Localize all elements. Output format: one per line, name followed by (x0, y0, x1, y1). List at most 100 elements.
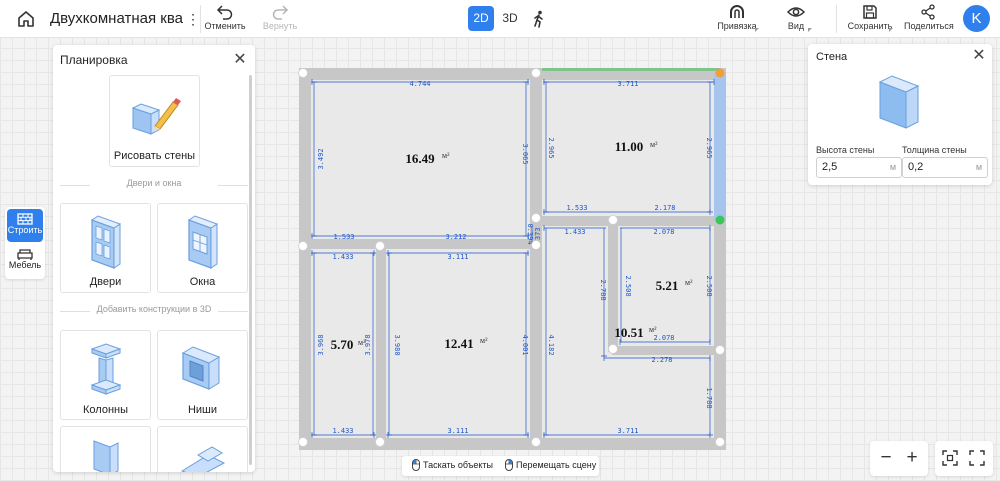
construction-card-3[interactable] (60, 426, 151, 472)
redo-button[interactable]: Вернуть (258, 4, 302, 34)
area-small: 5.70 (331, 337, 354, 352)
brick-wall-icon (17, 213, 33, 225)
floor-plan-canvas[interactable]: 4.744 3.711 3.492 3.065 2.965 2.965 1.53… (290, 62, 730, 454)
dim-hall-bottom: 2.278 (651, 356, 672, 364)
wall-thickness-unit: м (975, 162, 982, 172)
snap-button[interactable]: Привязка (715, 4, 759, 34)
wall-block-icon (93, 440, 118, 472)
wall-right-lower[interactable] (714, 218, 726, 450)
wall-bath-bottom[interactable] (612, 346, 718, 355)
walking-person-icon (534, 10, 543, 28)
niches-card[interactable]: Ниши (157, 330, 248, 420)
fit-to-screen-icon[interactable] (942, 450, 958, 466)
area-bedroom: 11.00 (615, 139, 644, 154)
redo-label: Вернуть (262, 21, 298, 31)
wall-thickness-input[interactable]: 0,2 м (902, 157, 988, 178)
floor-area (302, 74, 720, 446)
wall-selected[interactable] (714, 74, 726, 220)
node[interactable] (375, 241, 385, 251)
close-icon[interactable]: ✕ (972, 48, 986, 64)
dim-bath-top-r: 2.078 (653, 228, 674, 236)
mouse-hints-bar: Таскать объекты Перемещать сцену (402, 456, 599, 476)
wall-thickness-label: Толщина стены (902, 145, 967, 155)
node-selected-start[interactable] (715, 68, 725, 78)
wall-bedroom-bottom[interactable] (536, 216, 720, 226)
wall-height-input[interactable]: 2,5 м (816, 157, 902, 178)
draw-walls-card[interactable]: Рисовать стены (109, 75, 200, 167)
wall-properties-panel: Стена ✕ Высота стены 2,5 м Толщина стены… (808, 44, 992, 185)
project-title[interactable]: Двухкомнатная квар (50, 10, 184, 30)
wall-small-right[interactable] (376, 245, 386, 445)
dim-left-upper: 3.492 (317, 148, 325, 169)
area-unit-bedroom: м² (650, 140, 658, 149)
node[interactable] (375, 437, 385, 447)
avatar[interactable]: K (963, 5, 990, 32)
furniture-tab[interactable]: Мебель (7, 244, 43, 277)
layout-panel: Планировка ✕ Рисовать стены Двери и окна… (53, 45, 255, 472)
share-button[interactable]: Поделиться (904, 4, 954, 34)
window-icon (187, 215, 218, 269)
windows-card[interactable]: Окна (157, 203, 248, 293)
dim-living-bottom-l: 1.533 (333, 233, 354, 241)
fullscreen-icon[interactable] (969, 450, 985, 466)
node[interactable] (715, 437, 725, 447)
doors-card[interactable]: Двери (60, 203, 151, 293)
node-selected-end[interactable] (715, 215, 725, 225)
node[interactable] (298, 68, 308, 78)
magnet-icon (730, 5, 744, 18)
mouse-left-icon (412, 459, 420, 471)
view-button[interactable]: Вид (780, 4, 812, 34)
divider (836, 5, 837, 33)
wall-height-unit: м (889, 162, 896, 172)
wall-3d-icon (878, 75, 920, 129)
area-hall: 10.51 (614, 325, 643, 340)
mode-2d-button[interactable]: 2D (468, 6, 494, 31)
area-unit-bath: м² (685, 278, 693, 287)
undo-button[interactable]: Отменить (203, 4, 247, 34)
zoom-in-button[interactable]: + (901, 447, 923, 469)
wall-left[interactable] (299, 68, 311, 450)
close-icon[interactable]: ✕ (233, 52, 247, 68)
node[interactable] (608, 344, 618, 354)
project-menu-icon[interactable]: ⋮ (186, 10, 200, 28)
save-button[interactable]: Сохранить (847, 4, 893, 34)
node[interactable] (298, 437, 308, 447)
dim-kitchen-top: 3.111 (447, 253, 468, 261)
zoom-out-button[interactable]: − (875, 447, 897, 469)
node[interactable] (608, 215, 618, 225)
dim-living-bottom-r: 3.212 (445, 233, 466, 241)
node[interactable] (715, 345, 725, 355)
draw-walls-label: Рисовать стены (113, 150, 196, 162)
mode-3d-button[interactable]: 3D (497, 6, 523, 31)
node[interactable] (298, 241, 308, 251)
node[interactable] (531, 437, 541, 447)
niche-icon (181, 346, 220, 390)
save-label: Сохранить (847, 21, 893, 31)
wall-panel-title: Стена (816, 51, 848, 63)
node[interactable] (531, 213, 541, 223)
dim-right-lower: 1.788 (705, 387, 713, 408)
view-controls (935, 441, 993, 476)
dim-bottom-small: 1.433 (332, 427, 353, 435)
node[interactable] (531, 240, 541, 250)
dim-top-left: 4.744 (409, 80, 430, 88)
section-heading-3d: Добавить конструкции в 3D (60, 304, 248, 318)
node[interactable] (531, 68, 541, 78)
columns-card[interactable]: Колонны (60, 330, 151, 420)
home-icon[interactable] (16, 9, 36, 29)
dim-living-right: 3.065 (521, 143, 529, 164)
dim-bedroom-bottom-r: 2.178 (654, 204, 675, 212)
zoom-controls: − + (870, 441, 928, 476)
dim-bath-top-l: 1.433 (564, 228, 585, 236)
mouse-right-icon (505, 459, 513, 471)
construction-card-4[interactable] (157, 426, 248, 472)
save-dropdown-icon (889, 28, 893, 32)
wall-bottom[interactable] (299, 438, 726, 450)
door-icon (90, 215, 121, 269)
walk-mode-button[interactable] (526, 6, 552, 31)
divider (200, 5, 201, 33)
build-tab[interactable]: Строить (7, 209, 43, 242)
wall-center[interactable] (530, 68, 542, 450)
floppy-disk-icon (863, 5, 877, 19)
panel-scrollbar[interactable] (249, 75, 252, 465)
